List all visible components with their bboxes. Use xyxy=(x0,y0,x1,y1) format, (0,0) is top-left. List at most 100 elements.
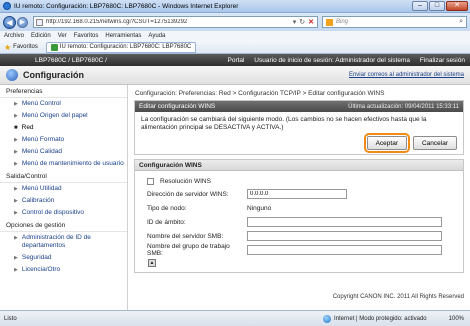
mail-admin-link[interactable]: Enviar correos al administrador del sist… xyxy=(349,72,464,78)
browser-tab[interactable]: IU remoto: Configuración: LBP7680C: LBP7… xyxy=(45,41,197,53)
node-type-value: Ninguno xyxy=(247,204,272,212)
edit-panel: Editar configuración WINS Última actuali… xyxy=(134,100,464,155)
sidebar-item-security[interactable]: ▶ Seguridad xyxy=(0,252,127,264)
arrow-icon: ▶ xyxy=(14,198,18,204)
section-title: Configuración WINS xyxy=(135,160,463,171)
panel-title: Editar configuración WINS xyxy=(139,103,216,110)
sidebar-section-title: Salida/Control xyxy=(0,170,127,183)
settings-globe-icon xyxy=(6,69,18,81)
menu-herramientas[interactable]: Herramientas xyxy=(105,33,141,39)
arrow-icon: ▶ xyxy=(14,267,18,273)
window-title: IU remoto: Configuración: LBP7680C: LBP7… xyxy=(14,2,239,10)
cancel-button[interactable]: Cancelar xyxy=(412,136,457,150)
zoom-control[interactable]: 100% xyxy=(449,316,464,322)
arrow-icon: ▶ xyxy=(14,161,18,167)
menu-bar: Archivo Edición Ver Favoritos Herramient… xyxy=(0,31,470,41)
device-topbar: LBP7680C / LBP7680C / Portal Usuario de … xyxy=(0,54,470,66)
search-icon[interactable]: ⌕ xyxy=(459,18,466,26)
favorites-button[interactable]: ★ Favoritos xyxy=(4,43,38,52)
close-window-button[interactable]: ✕ xyxy=(446,0,468,11)
favorites-label: Favoritos xyxy=(13,44,38,50)
breadcrumb: Configuración: Preferencias: Red > Confi… xyxy=(135,90,385,97)
last-update: Última actualización: 09/04/2011 15:33:1… xyxy=(348,103,459,110)
node-type-label: Tipo de nodo: xyxy=(147,204,187,212)
forward-button[interactable]: ▶ xyxy=(17,16,28,28)
window-titlebar: IU remoto: Configuración: LBP7680C: LBP7… xyxy=(0,0,470,13)
globe-icon xyxy=(323,314,332,323)
scope-id-label: ID de ámbito: xyxy=(147,218,186,226)
arrow-icon: ▶ xyxy=(14,186,18,192)
sidebar-item-menu-control[interactable]: ▶ Menú Control xyxy=(0,98,127,110)
refresh-icon[interactable]: ↻ xyxy=(299,18,305,26)
search-placeholder: Bing xyxy=(336,19,349,25)
smb-group-label: Nombre del grupo de trabajo SMB: xyxy=(147,243,230,257)
sidebar: Preferencias ▶ Menú Control ▶ Menú Origen … xyxy=(0,85,128,310)
arrow-icon: ▶ xyxy=(14,149,18,155)
sidebar-item-user-maintenance[interactable]: ▶ Menú de mantenimiento de usuario xyxy=(0,158,127,170)
scope-id-field[interactable] xyxy=(247,217,442,227)
wins-server-field[interactable] xyxy=(247,189,347,199)
menu-ayuda[interactable]: Ayuda xyxy=(148,33,165,39)
page-icon xyxy=(36,18,43,26)
wins-resolution-label: Resolución WINS xyxy=(160,177,211,185)
smb-group-field[interactable] xyxy=(247,245,442,255)
back-button[interactable]: ◀ xyxy=(3,15,16,29)
login-user: Usuario de inicio de sesión: Administrad… xyxy=(254,56,411,64)
smb-server-field[interactable] xyxy=(247,231,442,241)
smb-server-label: Nombre del servidor SMB: xyxy=(147,232,224,240)
copyright: Copyright CANON INC. 2011 All Rights Res… xyxy=(332,294,464,300)
search-input[interactable]: Bing ⌕ xyxy=(322,16,467,28)
address-bar: ◀ ▶ http://192.168.0.215/netwins.cgi?CSU… xyxy=(0,13,470,31)
url-text: http://192.168.0.215/netwins.cgi?CSUT=12… xyxy=(46,19,188,25)
menu-ver[interactable]: Ver xyxy=(58,33,67,39)
sidebar-item-network[interactable]: ■ Red xyxy=(0,122,127,134)
ie-icon xyxy=(3,2,11,10)
status-bar: Listo Internet | Modo protegido: activad… xyxy=(0,310,470,326)
stop-icon[interactable]: ✕ xyxy=(308,18,314,26)
page-top-icon[interactable]: ▲ xyxy=(148,258,156,267)
tab-title: IU remoto: Configuración: LBP7680C: LBP7… xyxy=(59,44,192,50)
star-icon: ★ xyxy=(4,42,12,52)
menu-archivo[interactable]: Archivo xyxy=(4,33,24,39)
sidebar-item-format[interactable]: ▶ Menú Formato xyxy=(0,134,127,146)
sidebar-item-quality[interactable]: ▶ Menú Calidad xyxy=(0,146,127,158)
logout-link[interactable]: Finalizar sesión xyxy=(420,57,465,64)
sidebar-item-license[interactable]: ▶ Licencia/Otro xyxy=(0,264,127,276)
favorites-bar: ★ Favoritos IU remoto: Configuración: LB… xyxy=(0,41,470,54)
wins-resolution-checkbox[interactable]: Resolución WINS xyxy=(147,175,455,187)
sidebar-item-calibration[interactable]: ▶ Calibración xyxy=(0,195,127,207)
menu-favoritos[interactable]: Favoritos xyxy=(74,33,99,39)
panel-header: Editar configuración WINS Última actuali… xyxy=(135,101,463,112)
arrow-icon: ▶ xyxy=(14,101,18,107)
tab-page-icon xyxy=(50,43,58,51)
sidebar-section-title: Opciones de gestión xyxy=(0,219,127,232)
arrow-icon: ▶ xyxy=(14,235,18,241)
sidebar-item-department-id[interactable]: ▶ Administración de ID de departamentos xyxy=(0,232,127,252)
bullet-icon: ■ xyxy=(14,125,18,131)
accept-button[interactable]: Aceptar xyxy=(363,133,411,153)
wins-settings-section: Configuración WINS Resolución WINS Direc… xyxy=(134,159,464,273)
minimize-button[interactable]: – xyxy=(412,0,428,11)
main-content: Configuración: Preferencias: Red > Confi… xyxy=(128,85,470,310)
notice-text: La configuración se cambiará del siguien… xyxy=(141,116,427,131)
sidebar-item-device-control[interactable]: ▶ Control de dispositivo xyxy=(0,207,127,219)
sidebar-item-paper-source[interactable]: ▶ Menú Origen del papel xyxy=(0,110,127,122)
app-header: Configuración Enviar correos al administ… xyxy=(0,66,470,85)
page-title: Configuración xyxy=(23,70,84,80)
maximize-button[interactable]: □ xyxy=(429,0,445,11)
menu-edicion[interactable]: Edición xyxy=(31,33,51,39)
portal-link[interactable]: Portal xyxy=(228,57,245,64)
url-field[interactable]: http://192.168.0.215/netwins.cgi?CSUT=12… xyxy=(33,16,318,28)
dropdown-icon[interactable]: ▾ xyxy=(293,18,297,26)
arrow-icon: ▶ xyxy=(14,255,18,261)
notice-area: La configuración se cambiará del siguien… xyxy=(135,112,463,154)
sidebar-section-title: Preferencias xyxy=(0,85,127,98)
checkbox-box[interactable] xyxy=(147,177,154,185)
web-page: LBP7680C / LBP7680C / Portal Usuario de … xyxy=(0,54,470,310)
sidebar-item-utility[interactable]: ▶ Menú Utilidad xyxy=(0,183,127,195)
arrow-icon: ▶ xyxy=(14,210,18,216)
device-name: LBP7680C / LBP7680C / xyxy=(35,56,107,64)
arrow-icon: ▶ xyxy=(14,113,18,119)
bing-icon xyxy=(326,18,333,26)
zone-text: Internet | Modo protegido: activado xyxy=(334,315,427,322)
